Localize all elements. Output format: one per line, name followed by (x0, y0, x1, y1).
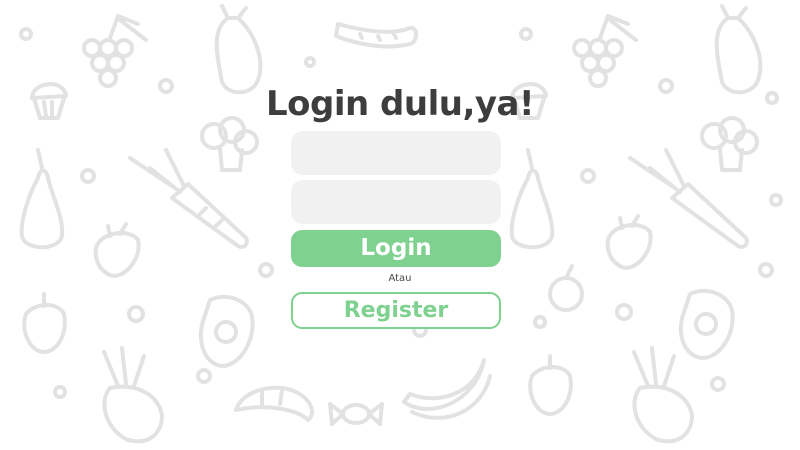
login-form: Login dulu,ya! Login Atau Register (0, 0, 800, 450)
password-input[interactable] (291, 180, 501, 224)
page-title: Login dulu,ya! (266, 84, 535, 124)
register-button[interactable]: Register (291, 292, 501, 329)
login-button[interactable]: Login (291, 230, 501, 267)
or-separator: Atau (388, 273, 412, 284)
username-input[interactable] (291, 131, 501, 175)
